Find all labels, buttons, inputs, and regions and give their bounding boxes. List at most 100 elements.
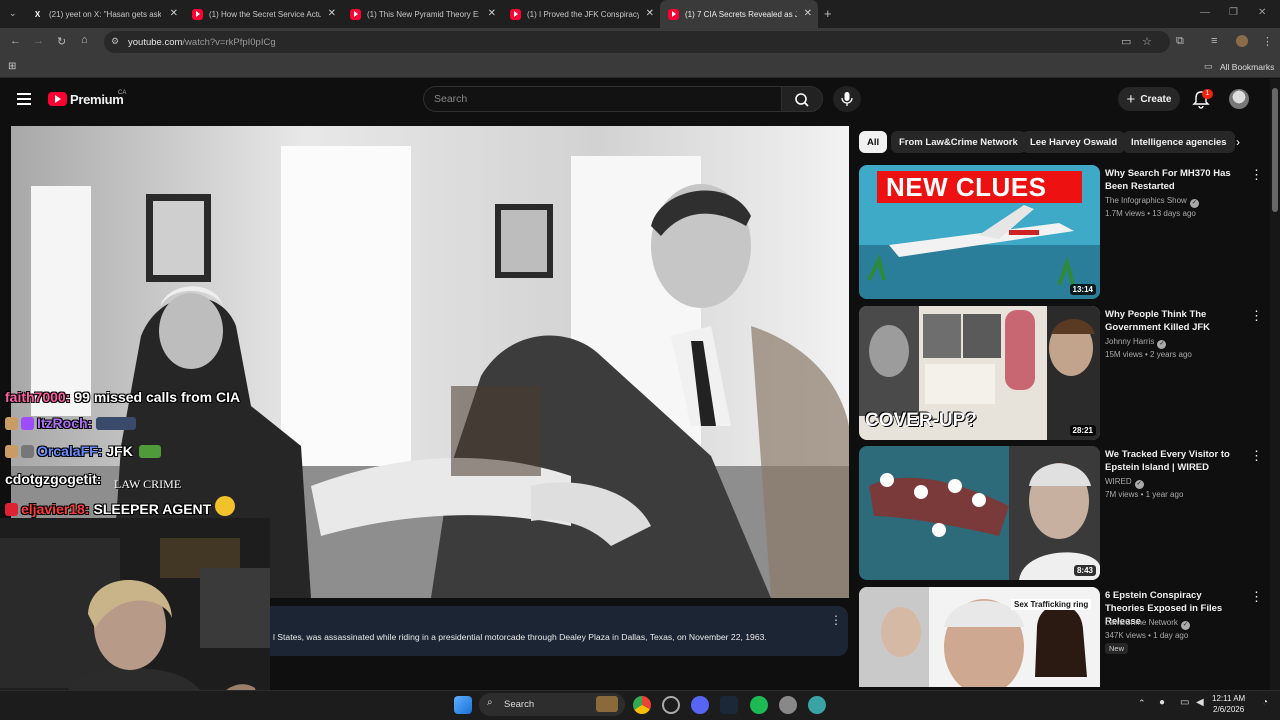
notifications-bell-icon[interactable]: ◔ [1262,697,1268,708]
search-button[interactable] [781,86,823,112]
channel-name[interactable]: Law&Crime Network ✓ [1105,618,1190,630]
video-title[interactable]: Why People Think The Government Killed J… [1105,308,1233,334]
apps-grid-icon[interactable]: ⊞ [8,61,16,72]
chat-username: cdotgzgogetit: [5,471,102,487]
verified-check-icon: ✓ [1180,621,1190,630]
video-thumbnail[interactable]: Sex Trafficking ring [859,587,1100,687]
more-options-icon[interactable]: ⋮ [1250,448,1263,464]
reload-icon[interactable]: ↻ [57,35,66,48]
chat-text: JFK [106,443,133,459]
volume-icon[interactable]: ◀ [1196,697,1204,708]
video-description-panel[interactable] [270,606,848,656]
tab-search-chevron-icon[interactable]: ⌄ [9,8,17,19]
spotify-icon[interactable] [750,696,768,714]
create-button[interactable]: + Create [1118,87,1180,111]
thumbnail-headline: COVER-UP? [865,410,977,431]
channel-label: Johnny Harris [1105,337,1155,346]
chip-all[interactable]: All [859,131,888,153]
recommendation-item[interactable]: COVER-UP? 28:21 Why People Think The Gov… [859,306,1263,444]
close-icon[interactable]: ✕ [170,8,178,19]
bookmark-star-icon[interactable]: ☆ [1142,35,1152,48]
subscriber-badge-icon [5,417,18,430]
all-bookmarks-link[interactable]: All Bookmarks [1220,62,1274,72]
duration-badge: 8:43 [1073,565,1096,576]
recommendation-item[interactable]: NEW CLUES 13:14 Why Search For MH370 Has… [859,165,1263,303]
subscriber-badge-icon [5,445,18,458]
system-clock[interactable]: 12:11 AM 2/6/2026 [1212,693,1245,715]
chat-username: faith7000: [5,389,71,405]
network-icon[interactable]: ▭ [1180,697,1189,708]
app-icon[interactable] [808,696,826,714]
chevron-up-icon[interactable]: ⌃ [1138,698,1146,709]
chevron-right-icon[interactable]: › [1236,135,1240,149]
chip-from-law-crime[interactable]: From Law&Crime Network [891,131,1026,153]
video-thumbnail[interactable]: 8:43 [859,446,1100,580]
youtube-logo-icon[interactable] [48,92,67,106]
video-title[interactable]: We Tracked Every Visitor to Epstein Isla… [1105,448,1233,474]
more-options-icon[interactable]: ⋮ [1250,589,1259,605]
duration-badge: 13:14 [1069,284,1096,295]
more-options-icon[interactable]: ⋮ [1250,167,1263,183]
discord-icon[interactable] [691,696,709,714]
browser-tab-5-active[interactable]: (1) 7 CIA Secrets Revealed as JF ✕ [660,0,818,28]
microphone-icon[interactable]: ● [1159,697,1165,708]
video-title[interactable]: Why Search For MH370 Has Been Restarted [1105,167,1233,193]
tab-title: (1) This New Pyramid Theory Ex [367,9,479,19]
windows-start-icon[interactable] [454,696,472,714]
home-icon[interactable]: ⌂ [81,34,88,46]
browser-tab-3[interactable]: (1) This New Pyramid Theory Ex ✕ [342,0,502,28]
scrollbar-thumb[interactable] [1272,88,1278,212]
reading-list-icon[interactable]: ≡ [1211,35,1217,47]
upload-age: 13 days ago [1152,209,1196,218]
settings-gear-icon[interactable] [779,696,797,714]
premium-brand-label[interactable]: Premium [70,92,124,107]
close-icon[interactable]: ✕ [804,8,812,19]
chat-message: OrcalaFF: JFK [5,443,164,459]
video-thumbnail[interactable]: COVER-UP? 28:21 [859,306,1100,440]
browser-tab-1[interactable]: X (21) yeet on X: "Hasan gets ask ✕ [24,0,184,28]
more-options-icon[interactable]: ⋮ [1250,308,1263,324]
profile-avatar-icon[interactable] [1236,35,1248,47]
browser-tab-2[interactable]: (1) How the Secret Service Actu ✕ [184,0,342,28]
extensions-puzzle-icon[interactable]: ⧉ [1176,35,1184,48]
cast-icon[interactable]: ▭ [1121,35,1131,48]
back-arrow-icon[interactable]: ← [10,35,21,47]
maximize-icon[interactable]: ❐ [1229,7,1238,18]
youtube-icon [192,8,203,20]
thumbnail-art [859,446,1100,580]
chip-lee-harvey-oswald[interactable]: Lee Harvey Oswald [1022,131,1126,153]
create-label: Create [1140,93,1172,105]
more-options-icon[interactable]: ⋮ [830,613,842,627]
steam-icon[interactable] [720,696,738,714]
video-thumbnail[interactable]: NEW CLUES 13:14 [859,165,1100,299]
video-meta: 1.7M views • 13 days ago [1105,209,1196,218]
recommendation-item[interactable]: Sex Trafficking ring 6 Epstein Conspirac… [859,587,1259,687]
hamburger-menu-icon[interactable] [17,93,31,105]
account-avatar[interactable] [1229,89,1249,109]
app-icon[interactable] [662,696,680,714]
close-icon[interactable]: ✕ [328,8,336,19]
chat-message: cdotgzgogetit: [5,471,105,487]
youtube-icon [510,8,521,20]
browser-menu-icon[interactable]: ⋮ [1262,35,1273,48]
channel-name[interactable]: WIRED ✓ [1105,477,1144,489]
recommendation-item[interactable]: 8:43 We Tracked Every Visitor to Epstein… [859,446,1263,584]
chrome-icon[interactable] [633,696,651,714]
window-close-icon[interactable]: ✕ [1258,7,1266,18]
verified-check-icon: ✓ [1157,340,1167,349]
close-icon[interactable]: ✕ [488,8,496,19]
chat-username: OrcalaFF: [37,443,103,459]
new-tab-plus-icon[interactable]: + [824,6,832,21]
channel-name[interactable]: The Infographics Show ✓ [1105,196,1199,208]
forward-arrow-icon[interactable]: → [33,35,44,47]
browser-tab-4[interactable]: (1) I Proved the JFK Conspiracy ✕ [502,0,660,28]
channel-name[interactable]: Johnny Harris ✓ [1105,337,1167,349]
close-icon[interactable]: ✕ [646,8,654,19]
minimize-icon[interactable]: — [1200,7,1210,18]
voice-search-button[interactable] [833,86,861,112]
site-info-icon[interactable]: ⚙ [111,36,119,47]
url-text[interactable]: youtube.com/watch?v=rkPfpI0pICg [128,37,276,48]
search-input[interactable] [423,86,781,112]
bookmarks-bar [0,56,1280,78]
chip-intelligence-agencies[interactable]: Intelligence agencies [1123,131,1235,153]
